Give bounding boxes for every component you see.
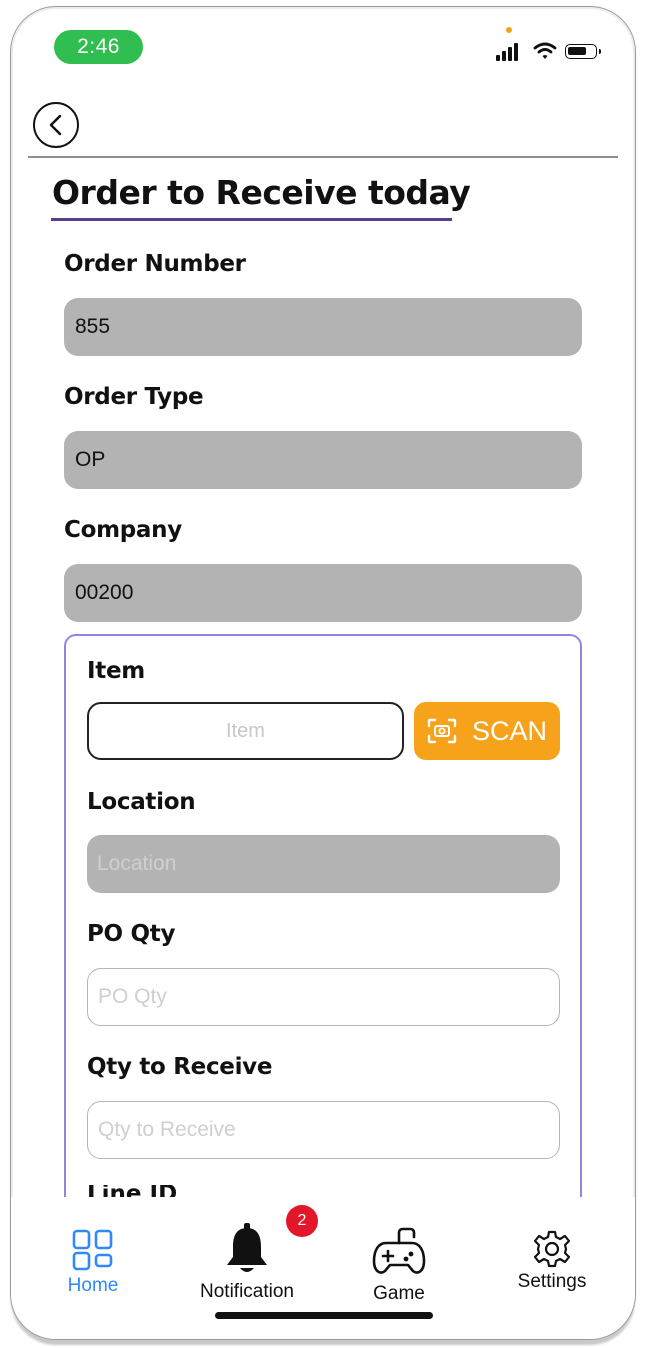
chevron-left-icon	[49, 114, 62, 136]
signal-icon	[496, 41, 526, 61]
order-type-label: Order Type	[64, 384, 204, 410]
order-number-field: 855	[64, 298, 582, 356]
privacy-indicator-dot	[506, 27, 512, 33]
nav-label-game: Game	[373, 1283, 425, 1304]
notification-badge: 2	[286, 1205, 318, 1237]
page-title: Order to Receive today	[52, 173, 471, 212]
bell-icon	[227, 1223, 267, 1272]
item-input[interactable]: Item	[87, 702, 404, 760]
grid-icon	[72, 1229, 113, 1271]
po-qty-input[interactable]: PO Qty	[87, 968, 560, 1026]
home-indicator	[215, 1312, 433, 1319]
wifi-icon	[533, 42, 557, 59]
battery-icon	[565, 44, 601, 59]
title-underline	[51, 218, 452, 221]
po-qty-label: PO Qty	[87, 921, 176, 947]
scan-button-label: SCAN	[472, 716, 548, 746]
location-field: Location	[87, 835, 560, 893]
nav-item-settings[interactable]: Settings	[507, 1229, 597, 1299]
company-field: 00200	[64, 564, 582, 622]
nav-label-notification: Notification	[200, 1281, 294, 1302]
order-number-label: Order Number	[64, 251, 246, 277]
qty-to-receive-label: Qty to Receive	[87, 1054, 273, 1080]
qty-to-receive-input[interactable]: Qty to Receive	[87, 1101, 560, 1159]
nav-label-home: Home	[67, 1275, 119, 1296]
gamepad-icon	[372, 1227, 426, 1274]
header-divider	[28, 156, 618, 158]
company-label: Company	[64, 517, 182, 543]
nav-item-game[interactable]: Game	[356, 1227, 442, 1304]
nav-label-settings: Settings	[517, 1271, 587, 1292]
back-button[interactable]	[33, 102, 79, 148]
order-type-field: OP	[64, 431, 582, 489]
camera-scan-icon	[427, 718, 457, 744]
nav-item-notification[interactable]: Notification	[187, 1223, 307, 1302]
nav-item-home[interactable]: Home	[53, 1229, 133, 1296]
scan-button[interactable]: SCAN	[414, 702, 560, 760]
location-label: Location	[87, 789, 196, 815]
gear-icon	[533, 1230, 571, 1268]
item-label: Item	[87, 658, 145, 684]
phone-frame: 2:46 Order to Receive today Order Number…	[10, 6, 636, 1340]
status-time: 2:46	[54, 30, 143, 64]
